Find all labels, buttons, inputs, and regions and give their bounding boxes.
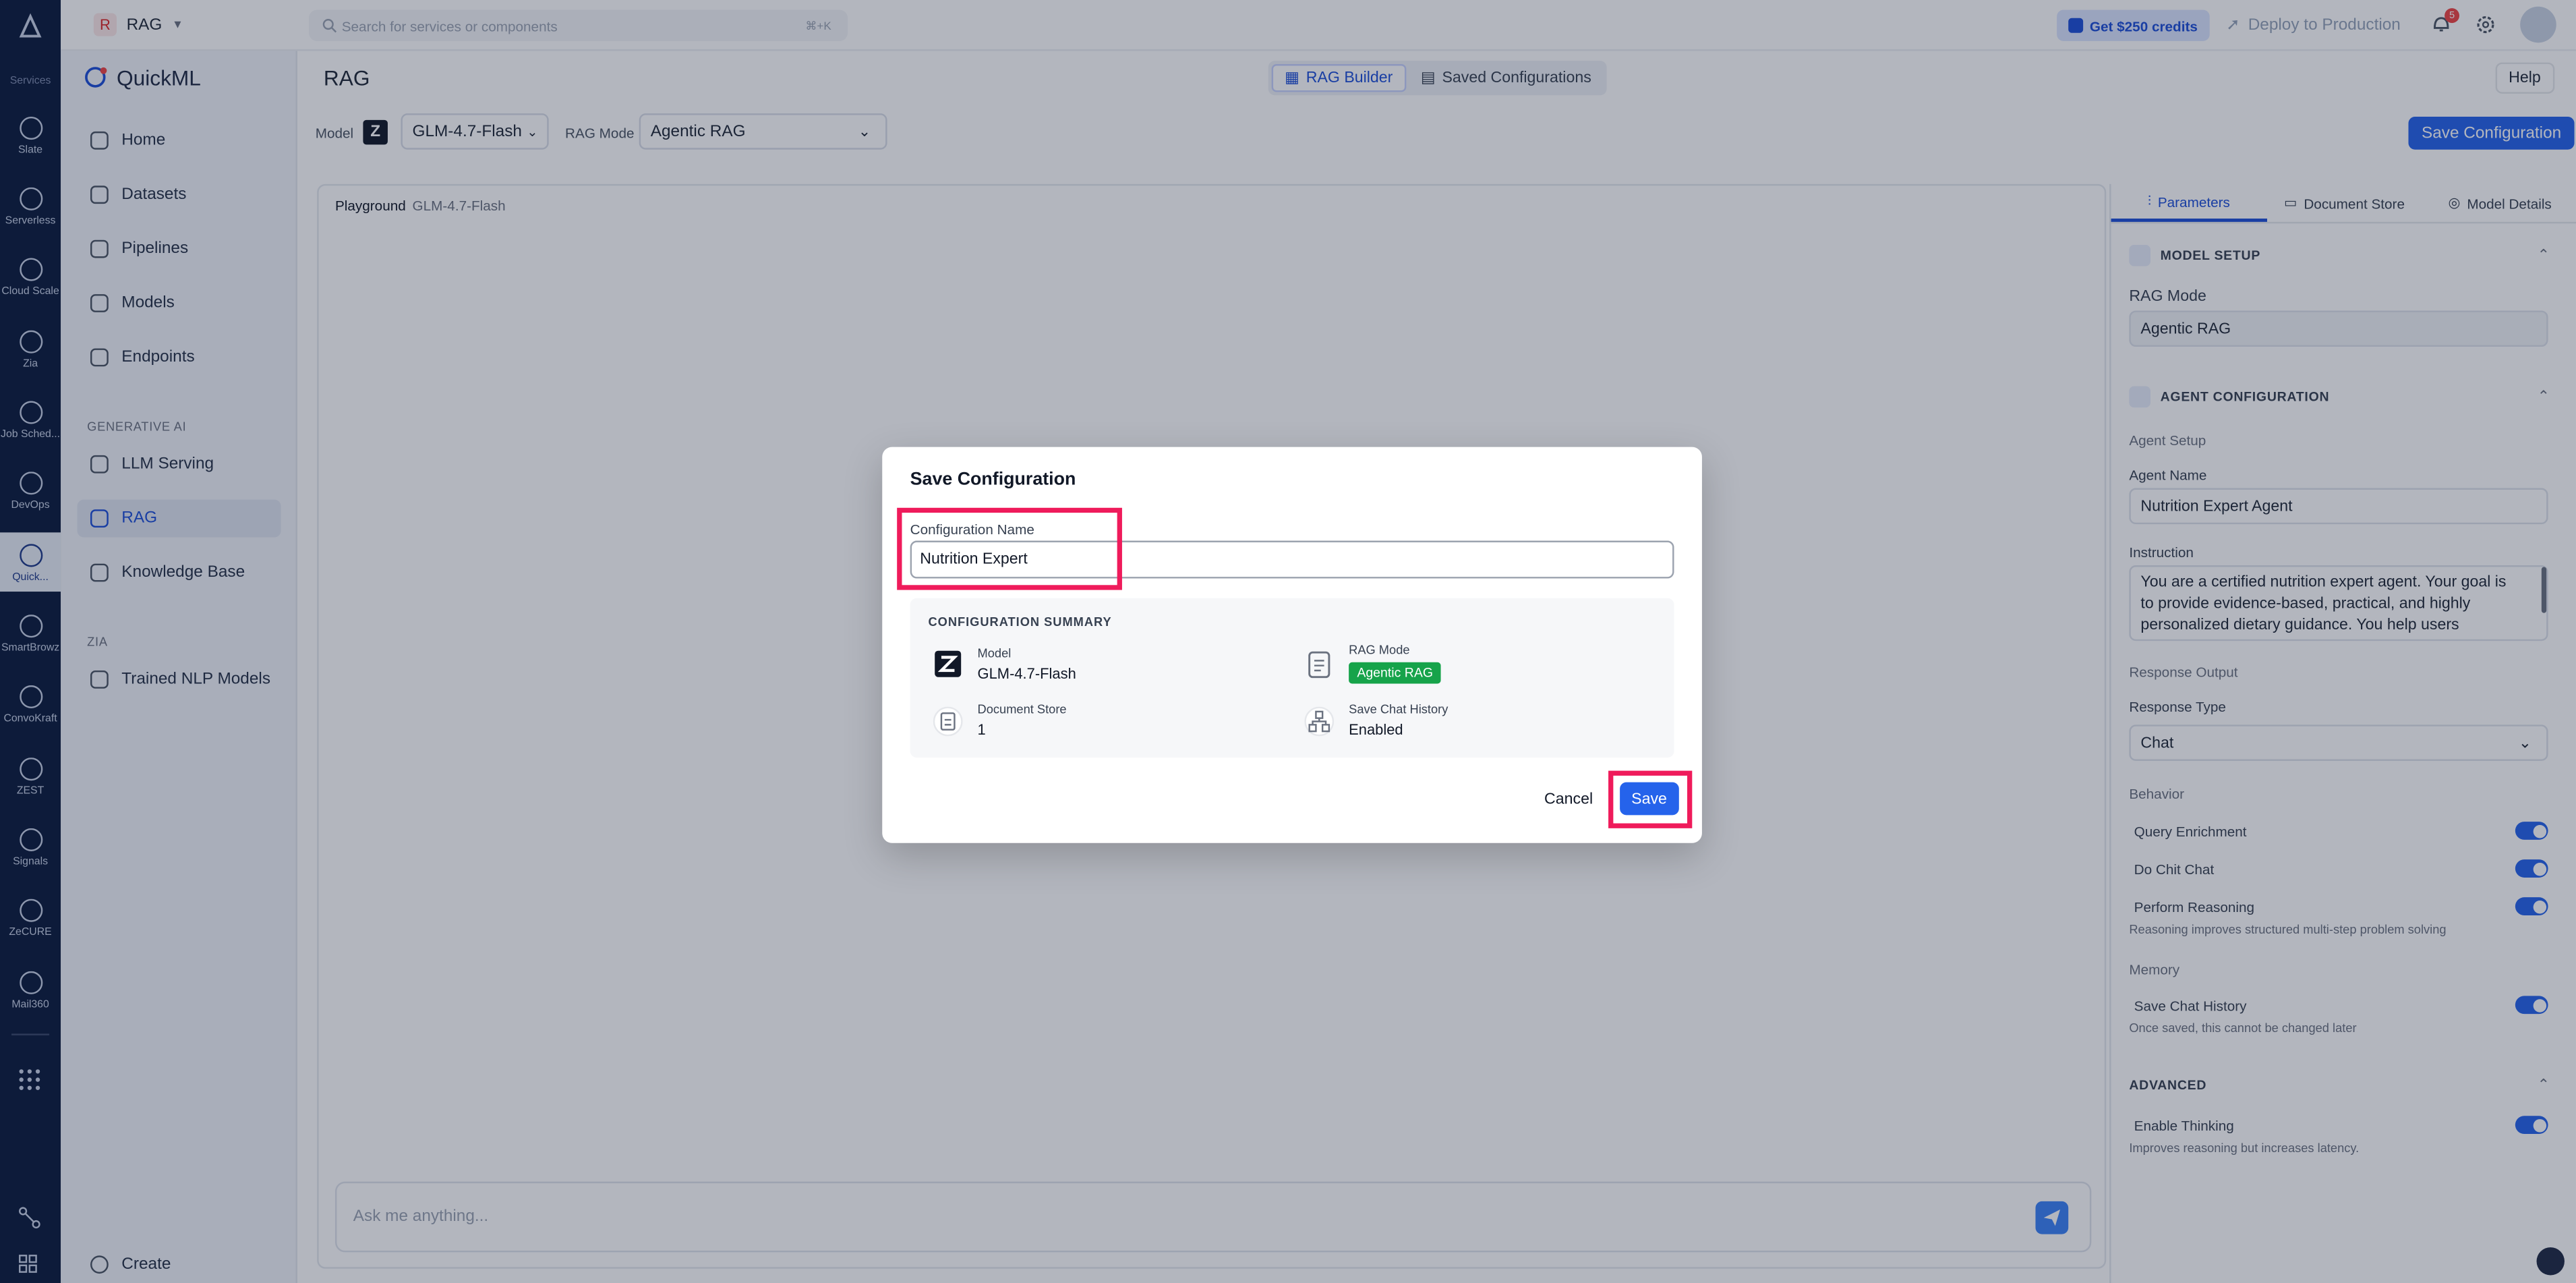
app-root: Services Slate Serverless Cloud Scale Zi… (0, 0, 2576, 1283)
cancel-button[interactable]: Cancel (1531, 782, 1606, 816)
summary-rag-mode-badge: Agentic RAG (1349, 662, 1442, 684)
configuration-name-label: Configuration Name (910, 521, 1034, 538)
configuration-summary: CONFIGURATION SUMMARY Model GLM-4.7-Flas… (910, 598, 1674, 758)
summary-chat-history-label: Save Chat History (1349, 702, 1448, 717)
summary-model-value: GLM-4.7-Flash (977, 665, 1076, 683)
summary-rag-mode-label: RAG Mode (1349, 642, 1410, 658)
dialog-title: Save Configuration (910, 469, 1076, 490)
zhipu-logo-icon (935, 650, 962, 677)
summary-doc-store-label: Document Store (977, 702, 1067, 717)
summary-doc-store-value: 1 (977, 721, 986, 738)
configuration-name-value: Nutrition Expert (920, 550, 1028, 569)
save-configuration-dialog: Save Configuration Configuration Name Nu… (882, 447, 1702, 843)
summary-title: CONFIGURATION SUMMARY (928, 615, 1112, 630)
summary-chat-history-value: Enabled (1349, 721, 1403, 738)
save-button[interactable]: Save (1620, 782, 1678, 816)
document-icon (933, 706, 963, 737)
clipboard-icon (1308, 651, 1330, 679)
configuration-name-input[interactable]: Nutrition Expert (910, 540, 1674, 579)
summary-model-label: Model (977, 646, 1012, 661)
hierarchy-icon (1304, 706, 1335, 737)
